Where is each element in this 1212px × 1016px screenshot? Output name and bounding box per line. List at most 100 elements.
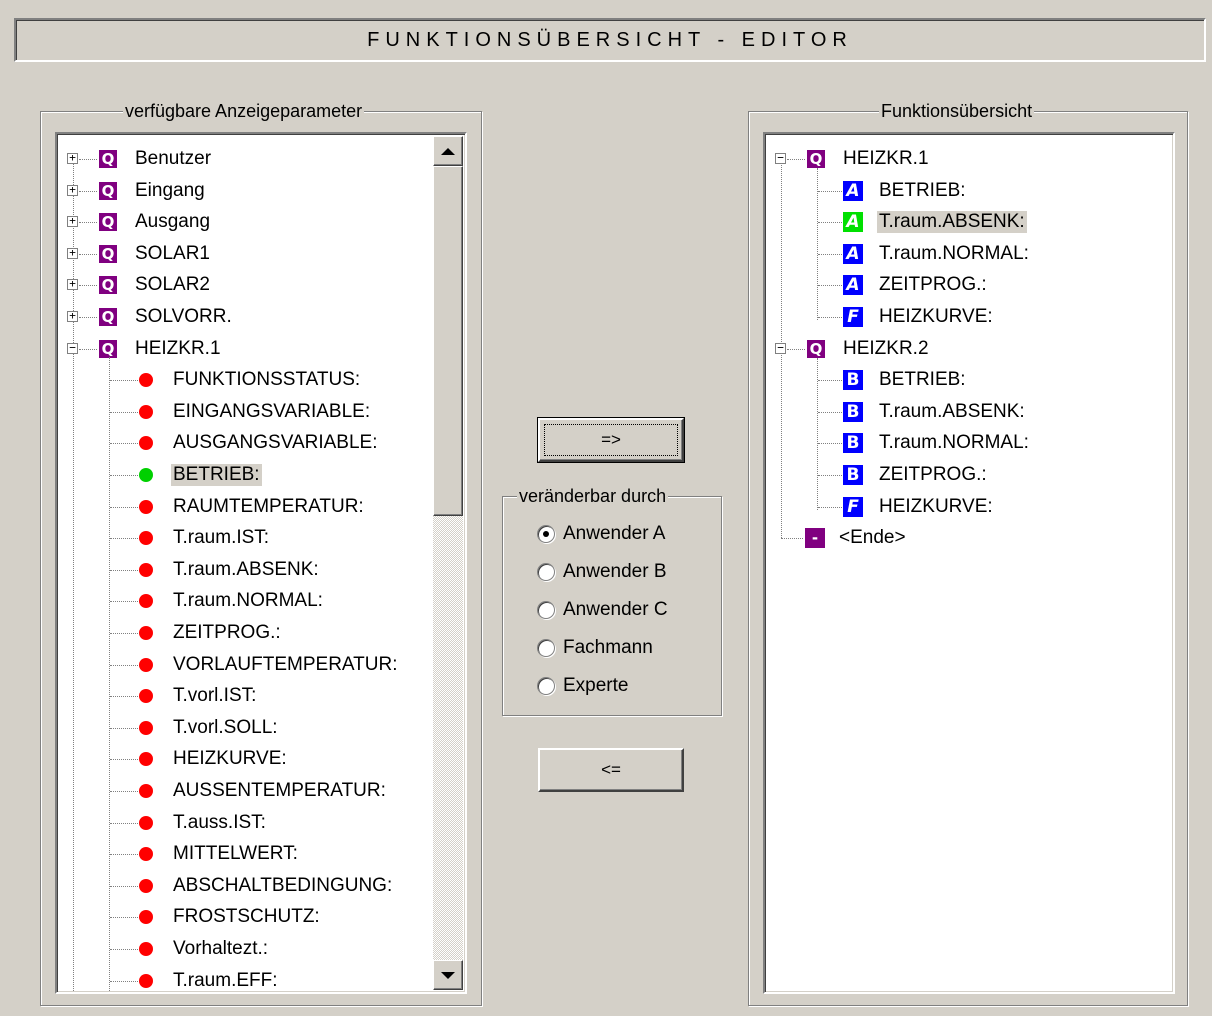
tree-param-row[interactable]: RAUMTEMPERATUR: bbox=[57, 492, 427, 522]
radio-option[interactable]: Experte bbox=[537, 673, 628, 699]
available-params-tree[interactable]: + Q Benutzer + Q Eingang + Q Ausgang + Q SOLAR1 + Q SO… bbox=[57, 134, 465, 992]
expand-icon[interactable]: + bbox=[67, 152, 78, 164]
available-params-title: verfügbare Anzeigeparameter bbox=[123, 100, 365, 122]
scrollbar-thumb[interactable] bbox=[433, 166, 463, 516]
tree-param-row[interactable]: AUSGANGSVARIABLE: bbox=[57, 428, 427, 458]
tree-param-row[interactable]: BETRIEB: bbox=[57, 460, 427, 490]
window-title-bar: FUNKTIONSÜBERSICHT - EDITOR bbox=[14, 18, 1206, 62]
tree-param-row[interactable]: B T.raum.ABSENK: bbox=[765, 397, 1165, 427]
tree-group-row[interactable]: + Q Ausgang bbox=[57, 207, 427, 237]
tree-param-row[interactable]: AUSSENTEMPERATUR: bbox=[57, 776, 427, 806]
remove-button-label: <= bbox=[601, 760, 621, 779]
scroll-up-button[interactable] bbox=[433, 136, 463, 166]
param-label: T.raum.NORMAL: bbox=[173, 590, 323, 612]
status-dot-icon bbox=[139, 468, 153, 482]
tree-group-row[interactable]: + Q SOLAR2 bbox=[57, 270, 427, 300]
tree-param-row[interactable]: A T.raum.ABSENK: bbox=[765, 207, 1165, 237]
expand-icon[interactable]: + bbox=[67, 184, 78, 196]
tree-group-row[interactable]: − Q HEIZKR.1 bbox=[57, 334, 427, 364]
param-label: T.raum.ABSENK: bbox=[173, 558, 319, 580]
tree-param-row[interactable]: FROSTSCHUTZ: bbox=[57, 902, 427, 932]
tree-connector bbox=[110, 569, 138, 571]
access-a-icon: A bbox=[843, 212, 863, 233]
expand-icon[interactable]: + bbox=[67, 310, 78, 322]
status-dot-icon bbox=[139, 720, 153, 735]
tree-param-row[interactable]: T.raum.ABSENK: bbox=[57, 555, 427, 585]
status-dot-icon bbox=[139, 499, 153, 514]
remove-button[interactable]: <= bbox=[538, 748, 684, 792]
vertical-scrollbar[interactable] bbox=[433, 136, 463, 990]
tree-param-row[interactable]: A ZEITPROG.: bbox=[765, 270, 1165, 300]
tree-param-row[interactable]: HEIZKURVE: bbox=[57, 744, 427, 774]
function-overview-tree[interactable]: − Q HEIZKR.1 A BETRIEB: A T.raum.ABSENK: A T.rau… bbox=[765, 134, 1173, 992]
group-q-icon: Q bbox=[99, 276, 117, 295]
tree-group-label: HEIZKR.1 bbox=[843, 148, 929, 169]
tree-param-row[interactable]: ABSCHALTBEDINGUNG: bbox=[57, 871, 427, 901]
tree-param-row[interactable]: T.vorl.SOLL: bbox=[57, 713, 427, 743]
tree-group-row[interactable]: − Q HEIZKR.2 bbox=[765, 334, 1165, 364]
tree-connector bbox=[110, 696, 138, 698]
tree-param-row[interactable]: EINGANGSVARIABLE: bbox=[57, 397, 427, 427]
tree-param-row[interactable]: T.raum.NORMAL: bbox=[57, 586, 427, 616]
collapse-icon[interactable]: − bbox=[775, 342, 786, 354]
radio-option[interactable]: Fachmann bbox=[537, 635, 653, 661]
param-label: Vorhaltezt.: bbox=[173, 938, 269, 959]
param-label: HEIZKURVE: bbox=[173, 748, 287, 770]
tree-param-row[interactable]: T.raum.IST: bbox=[57, 523, 427, 553]
tree-param-row[interactable]: T.raum.EFF: bbox=[57, 966, 427, 992]
tree-connector bbox=[79, 317, 97, 318]
expand-icon[interactable]: + bbox=[67, 278, 78, 291]
tree-param-row[interactable]: F HEIZKURVE: bbox=[765, 492, 1165, 522]
tree-group-row[interactable]: + Q SOLAR1 bbox=[57, 239, 427, 269]
tree-connector bbox=[110, 791, 138, 792]
tree-group-row[interactable]: + Q SOLVORR. bbox=[57, 302, 427, 332]
radio-button[interactable] bbox=[537, 677, 555, 695]
tree-param-row[interactable]: T.vorl.IST: bbox=[57, 681, 427, 711]
param-label: T.raum.EFF: bbox=[173, 969, 278, 991]
status-dot-icon bbox=[139, 784, 153, 798]
available-params-tree-container[interactable]: + Q Benutzer + Q Eingang + Q Ausgang + Q SOLAR1 + Q SO… bbox=[55, 132, 467, 994]
tree-group-row[interactable]: + Q Eingang bbox=[57, 176, 427, 206]
radio-button[interactable] bbox=[537, 525, 555, 543]
tree-group-row[interactable]: − Q HEIZKR.1 bbox=[765, 144, 1165, 174]
radio-option[interactable]: Anwender C bbox=[537, 597, 668, 623]
tree-param-row[interactable]: A BETRIEB: bbox=[765, 176, 1165, 206]
tree-param-row[interactable]: MITTELWERT: bbox=[57, 839, 427, 869]
tree-param-row[interactable]: Vorhaltezt.: bbox=[57, 934, 427, 964]
tree-param-row[interactable]: VORLAUFTEMPERATUR: bbox=[57, 650, 427, 680]
window-title: FUNKTIONSÜBERSICHT - EDITOR bbox=[367, 28, 853, 51]
expand-icon[interactable]: + bbox=[67, 215, 78, 228]
tree-param-row[interactable]: FUNKTIONSSTATUS: bbox=[57, 365, 427, 395]
param-label: AUSGANGSVARIABLE: bbox=[173, 432, 378, 454]
radio-button[interactable] bbox=[537, 639, 555, 657]
tree-param-row[interactable]: B BETRIEB: bbox=[765, 365, 1165, 395]
tree-connector bbox=[79, 285, 97, 287]
tree-param-row[interactable]: B T.raum.NORMAL: bbox=[765, 428, 1165, 458]
collapse-icon[interactable]: − bbox=[775, 152, 786, 164]
tree-group-row[interactable]: + Q Benutzer bbox=[57, 144, 427, 174]
tree-param-row[interactable]: ZEITPROG.: bbox=[57, 618, 427, 648]
scroll-down-button[interactable] bbox=[433, 960, 463, 990]
tree-connector bbox=[110, 854, 138, 856]
function-overview-groupbox: Funktionsübersicht − Q HEIZKR.1 A BETRIEB: A T… bbox=[748, 100, 1188, 1006]
radio-option[interactable]: Anwender B bbox=[537, 559, 667, 585]
radio-button[interactable] bbox=[537, 563, 555, 581]
param-label: T.vorl.SOLL: bbox=[173, 716, 278, 738]
access-b-icon: B bbox=[843, 401, 863, 422]
tree-connector bbox=[110, 664, 138, 666]
tree-end-row[interactable]: - <Ende> bbox=[765, 523, 1165, 553]
tree-connector bbox=[110, 727, 138, 729]
tree-param-row[interactable]: A T.raum.NORMAL: bbox=[765, 239, 1165, 269]
radio-option[interactable]: Anwender A bbox=[537, 521, 665, 547]
add-button[interactable]: => bbox=[537, 417, 685, 463]
expand-icon[interactable]: + bbox=[67, 247, 78, 259]
status-dot-icon bbox=[139, 373, 153, 388]
function-overview-tree-container[interactable]: − Q HEIZKR.1 A BETRIEB: A T.raum.ABSENK: A T.rau… bbox=[763, 132, 1175, 994]
tree-param-row[interactable]: F HEIZKURVE: bbox=[765, 302, 1165, 332]
tree-group-label: SOLAR2 bbox=[135, 274, 210, 296]
radio-button[interactable] bbox=[537, 601, 555, 619]
group-q-icon: Q bbox=[99, 244, 117, 263]
collapse-icon[interactable]: − bbox=[67, 342, 78, 354]
tree-param-row[interactable]: B ZEITPROG.: bbox=[765, 460, 1165, 490]
tree-param-row[interactable]: T.auss.IST: bbox=[57, 808, 427, 838]
